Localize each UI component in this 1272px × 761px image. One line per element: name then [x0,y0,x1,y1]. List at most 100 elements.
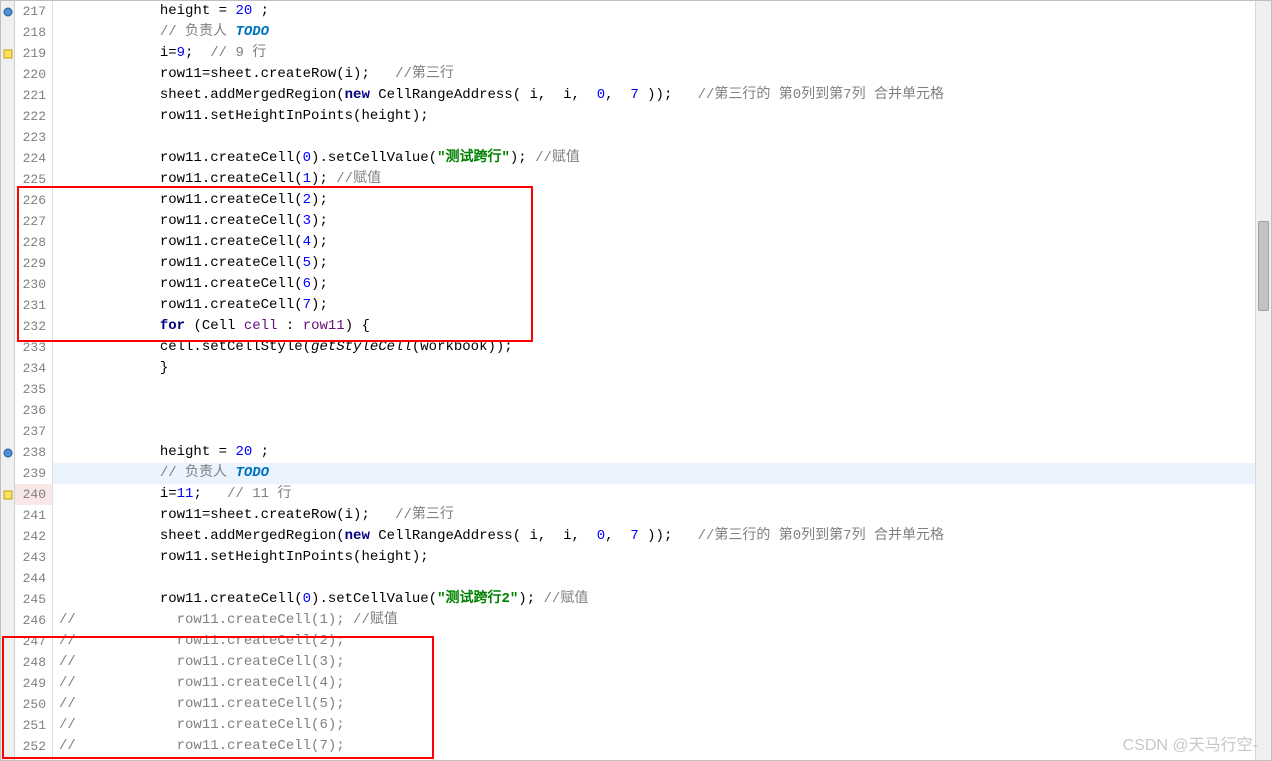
code-line[interactable]: row11.createCell(0).setCellValue("测试跨行")… [53,148,1255,169]
line-number[interactable]: 223 [15,127,52,148]
code-line[interactable]: sheet.addMergedRegion(new CellRangeAddre… [53,85,1255,106]
line-number[interactable]: 237 [15,421,52,442]
line-number[interactable]: 242 [15,526,52,547]
gutter-marker [1,484,14,505]
scrollbar-thumb[interactable] [1258,221,1269,311]
code-line[interactable] [53,127,1255,148]
code-line[interactable]: cell.setCellStyle(getStyleCell(workbook)… [53,337,1255,358]
code-token: row11.createCell( [59,234,303,250]
line-number[interactable]: 221 [15,85,52,106]
line-number[interactable]: 232 [15,316,52,337]
line-number[interactable]: 225 [15,169,52,190]
line-number[interactable]: 228 [15,232,52,253]
line-number[interactable]: 224 [15,148,52,169]
code-token: ); [518,591,543,607]
code-line[interactable]: // row11.createCell(5); [53,694,1255,715]
code-line[interactable]: row11=sheet.createRow(i); //第三行 [53,505,1255,526]
code-line[interactable] [53,421,1255,442]
line-number[interactable]: 250 [15,694,52,715]
code-line[interactable]: // 负责人 TODO [53,463,1255,484]
code-line[interactable]: // row11.createCell(2); [53,631,1255,652]
code-token: ; [252,444,269,460]
line-number[interactable]: 252 [15,736,52,757]
line-number[interactable]: 233 [15,337,52,358]
code-token: )); [639,87,698,103]
code-token: )); [639,528,698,544]
code-line[interactable]: } [53,358,1255,379]
line-number[interactable]: 251 [15,715,52,736]
code-line[interactable]: row11.setHeightInPoints(height); [53,547,1255,568]
code-token: //第三行 [395,66,454,82]
code-line[interactable] [53,400,1255,421]
code-line[interactable]: height = 20 ; [53,1,1255,22]
line-number[interactable]: 226 [15,190,52,211]
code-token: ) { [345,318,370,334]
line-number[interactable]: 229 [15,253,52,274]
line-number[interactable]: 243 [15,547,52,568]
code-line[interactable]: // row11.createCell(7); [53,736,1255,757]
line-number[interactable]: 234 [15,358,52,379]
code-token: ); [311,234,328,250]
line-number[interactable]: 245 [15,589,52,610]
code-line[interactable]: for (Cell cell : row11) { [53,316,1255,337]
line-number[interactable]: 244 [15,568,52,589]
line-number[interactable]: 236 [15,400,52,421]
code-line[interactable]: row11.createCell(6); [53,274,1255,295]
code-token: "测试跨行" [437,150,510,166]
gutter-marker [1,211,14,232]
code-area[interactable]: height = 20 ; // 负责人 TODO i=9; // 9 行 ro… [53,1,1255,760]
line-number[interactable]: 246 [15,610,52,631]
code-token: ; [185,45,210,61]
line-number[interactable]: 230 [15,274,52,295]
line-number[interactable]: 240 [15,484,52,505]
code-line[interactable]: // row11.createCell(4); [53,673,1255,694]
line-number[interactable]: 227 [15,211,52,232]
code-token: ).setCellValue( [311,150,437,166]
gutter-marker [1,64,14,85]
code-line[interactable]: row11.createCell(7); [53,295,1255,316]
code-line[interactable]: row11.createCell(0).setCellValue("测试跨行2"… [53,589,1255,610]
code-line[interactable]: sheet.addMergedRegion(new CellRangeAddre… [53,526,1255,547]
line-number[interactable]: 218 [15,22,52,43]
vertical-scrollbar[interactable] [1255,1,1271,760]
code-token: //第三行 [395,507,454,523]
code-line[interactable]: row11.createCell(1); //赋值 [53,169,1255,190]
code-line[interactable] [53,379,1255,400]
code-line[interactable]: row11.setHeightInPoints(height); [53,106,1255,127]
code-line[interactable]: // 负责人 TODO [53,22,1255,43]
code-token: getStyleCell [311,339,412,355]
line-number[interactable]: 248 [15,652,52,673]
code-line[interactable]: row11.createCell(2); [53,190,1255,211]
line-number[interactable]: 231 [15,295,52,316]
code-line[interactable]: row11.createCell(3); [53,211,1255,232]
code-line[interactable]: // row11.createCell(6); [53,715,1255,736]
line-number-gutter[interactable]: 2172182192202212222232242252262272282292… [15,1,53,760]
code-token: // 11 行 [227,486,291,502]
line-number[interactable]: 247 [15,631,52,652]
code-token: for [160,318,185,334]
line-number[interactable]: 217 [15,1,52,22]
line-number[interactable]: 235 [15,379,52,400]
line-number[interactable]: 249 [15,673,52,694]
code-token: (workbook)); [412,339,513,355]
line-number[interactable]: 239 [15,463,52,484]
code-line[interactable]: height = 20 ; [53,442,1255,463]
code-line[interactable]: row11.createCell(5); [53,253,1255,274]
code-line[interactable]: // row11.createCell(3); [53,652,1255,673]
code-token: 0 [303,150,311,166]
line-number[interactable]: 220 [15,64,52,85]
gutter-marker [1,169,14,190]
line-number[interactable]: 222 [15,106,52,127]
line-number[interactable]: 241 [15,505,52,526]
code-token: row11.createCell( [59,276,303,292]
code-line[interactable]: row11.createCell(4); [53,232,1255,253]
code-line[interactable]: i=9; // 9 行 [53,43,1255,64]
code-line[interactable]: // row11.createCell(1); //赋值 [53,610,1255,631]
code-line[interactable]: i=11; // 11 行 [53,484,1255,505]
line-number[interactable]: 238 [15,442,52,463]
gutter-marker [1,316,14,337]
line-number[interactable]: 219 [15,43,52,64]
code-line[interactable]: row11=sheet.createRow(i); //第三行 [53,64,1255,85]
code-token: cell.setCellStyle( [59,339,311,355]
code-line[interactable] [53,568,1255,589]
